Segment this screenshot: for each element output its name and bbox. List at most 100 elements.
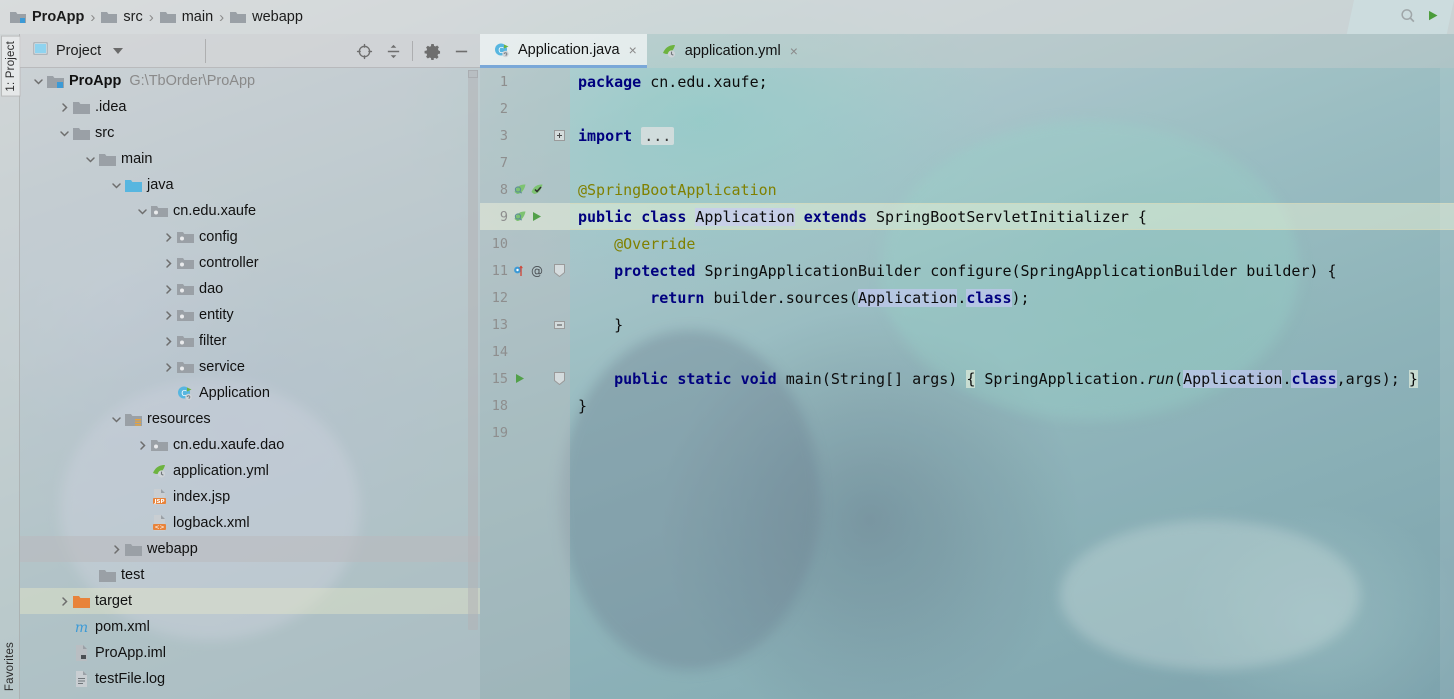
- editor-tab-application-java[interactable]: C Application.java ×: [480, 34, 647, 68]
- project-panel-title[interactable]: Project: [20, 41, 124, 60]
- fold-collapse-icon[interactable]: [552, 257, 566, 284]
- breadcrumb-item-webapp[interactable]: webapp: [228, 9, 305, 25]
- hide-icon[interactable]: [448, 38, 474, 64]
- gutter-line-15[interactable]: 15: [480, 365, 570, 392]
- gutter-line-1[interactable]: 1: [480, 68, 570, 95]
- chevron-right-icon[interactable]: [160, 333, 176, 349]
- chevron-right-icon[interactable]: [160, 255, 176, 271]
- tree-node-dao[interactable]: dao: [20, 276, 480, 302]
- tree-node-filter[interactable]: filter: [20, 328, 480, 354]
- chevron-right-icon[interactable]: [56, 593, 72, 609]
- chevron-down-icon[interactable]: [30, 73, 46, 89]
- tree-node-src[interactable]: src: [20, 120, 480, 146]
- gutter-line-9[interactable]: 9: [480, 203, 570, 230]
- scrollbar-track[interactable]: [468, 70, 478, 630]
- code-line-1[interactable]: package cn.edu.xaufe;: [570, 68, 1454, 95]
- tree-node-webapp[interactable]: webapp: [20, 536, 480, 562]
- sidebar-item-project[interactable]: 1: Project: [1, 36, 21, 97]
- chevron-right-icon[interactable]: [160, 281, 176, 297]
- annotation-icon[interactable]: @: [530, 264, 544, 278]
- fold-expand-icon[interactable]: [552, 122, 566, 149]
- code-line-9[interactable]: public class Application extends SpringB…: [570, 203, 1454, 230]
- chevron-down-icon[interactable]: [108, 411, 124, 427]
- editor-gutter[interactable]: 1 2 3 7 8 9 10 11 @12 13 14 15 18 19: [480, 68, 570, 699]
- tree-node-application-yml[interactable]: application.yml: [20, 458, 480, 484]
- tree-node-java[interactable]: java: [20, 172, 480, 198]
- code-line-15[interactable]: public static void main(String[] args) {…: [570, 365, 1454, 392]
- tree-node-proapp-iml[interactable]: ProApp.iml: [20, 640, 480, 666]
- tree-node-pom-xml[interactable]: m pom.xml: [20, 614, 480, 640]
- tree-node-cn-edu-xaufe-dao[interactable]: cn.edu.xaufe.dao: [20, 432, 480, 458]
- chevron-down-icon[interactable]: [82, 151, 98, 167]
- tree-node-entity[interactable]: entity: [20, 302, 480, 328]
- tree-node-controller[interactable]: controller: [20, 250, 480, 276]
- fold-region-end-icon[interactable]: [552, 311, 566, 338]
- gear-icon[interactable]: [419, 38, 445, 64]
- code-line-7[interactable]: [570, 149, 1454, 176]
- gutter-line-10[interactable]: 10: [480, 230, 570, 257]
- close-icon[interactable]: ×: [629, 42, 637, 58]
- tree-node-application[interactable]: C Application: [20, 380, 480, 406]
- tree-node-logback-xml[interactable]: <> logback.xml: [20, 510, 480, 536]
- tree-node-resources[interactable]: resources: [20, 406, 480, 432]
- project-tree[interactable]: ProApp G:\TbOrder\ProApp .idea src main java c…: [20, 68, 480, 699]
- tree-node-config[interactable]: config: [20, 224, 480, 250]
- run-icon[interactable]: [530, 210, 543, 223]
- breadcrumb-item-main[interactable]: main: [158, 9, 215, 25]
- run-icon[interactable]: [513, 372, 526, 385]
- gutter-line-8[interactable]: 8: [480, 176, 570, 203]
- chevron-down-icon[interactable]: [134, 203, 150, 219]
- tree-node-test[interactable]: test: [20, 562, 480, 588]
- tree-node-main[interactable]: main: [20, 146, 480, 172]
- spring-config-icon[interactable]: [530, 183, 544, 197]
- gutter-line-11[interactable]: 11 @: [480, 257, 570, 284]
- chevron-down-icon[interactable]: [56, 125, 72, 141]
- chevron-right-icon[interactable]: [134, 437, 150, 453]
- tree-node-cn-edu-xaufe[interactable]: cn.edu.xaufe: [20, 198, 480, 224]
- code-line-12[interactable]: return builder.sources(Application. class…: [570, 284, 1454, 311]
- gutter-line-3[interactable]: 3: [480, 122, 570, 149]
- chevron-right-icon[interactable]: [160, 307, 176, 323]
- chevron-right-icon[interactable]: [160, 229, 176, 245]
- editor-tab-application-yml[interactable]: application.yml ×: [647, 34, 808, 68]
- chevron-right-icon[interactable]: [108, 541, 124, 557]
- search-everywhere-icon[interactable]: [1400, 8, 1415, 27]
- gutter-line-14[interactable]: 14: [480, 338, 570, 365]
- code-line-13[interactable]: }: [570, 311, 1454, 338]
- code-line-19[interactable]: [570, 419, 1454, 446]
- code-line-18[interactable]: }: [570, 392, 1454, 419]
- sidebar-item-favorites[interactable]: Favorites: [1, 638, 19, 695]
- breadcrumb-item-src[interactable]: src: [99, 9, 144, 25]
- tree-node-proapp[interactable]: ProApp G:\TbOrder\ProApp: [20, 68, 480, 94]
- gutter-line-19[interactable]: 19: [480, 419, 570, 446]
- chevron-down-icon[interactable]: [108, 177, 124, 193]
- editor-text[interactable]: package cn.edu.xaufe; import ... @SpringBo…: [570, 68, 1454, 699]
- locate-icon[interactable]: [351, 38, 377, 64]
- chevron-right-icon[interactable]: [56, 99, 72, 115]
- gutter-line-18[interactable]: 18: [480, 392, 570, 419]
- gutter-line-7[interactable]: 7: [480, 149, 570, 176]
- tree-node-testfile-log[interactable]: testFile.log: [20, 666, 480, 692]
- code-line-8[interactable]: @SpringBootApplication: [570, 176, 1454, 203]
- tree-node-idea[interactable]: .idea: [20, 94, 480, 120]
- gutter-line-2[interactable]: 2: [480, 95, 570, 122]
- code-line-14[interactable]: [570, 338, 1454, 365]
- spring-bean-icon[interactable]: [513, 210, 527, 224]
- chevron-down-icon[interactable]: [113, 47, 124, 54]
- tree-node-target[interactable]: target: [20, 588, 480, 614]
- error-stripe[interactable]: [1440, 68, 1454, 699]
- code-line-11[interactable]: protected SpringApplicationBuilder confi…: [570, 257, 1454, 284]
- tree-node-index-jsp[interactable]: JSP index.jsp: [20, 484, 480, 510]
- chevron-right-icon[interactable]: [160, 359, 176, 375]
- code-line-10[interactable]: @Override: [570, 230, 1454, 257]
- close-icon[interactable]: ×: [790, 43, 798, 59]
- code-line-3[interactable]: import ...: [570, 122, 1454, 149]
- gutter-line-13[interactable]: 13: [480, 311, 570, 338]
- override-icon[interactable]: [513, 264, 527, 278]
- gutter-line-12[interactable]: 12: [480, 284, 570, 311]
- breadcrumb-item-proapp[interactable]: ProApp: [8, 9, 86, 25]
- run-icon[interactable]: [1425, 8, 1440, 27]
- collapse-all-icon[interactable]: [380, 38, 406, 64]
- spring-bean-icon[interactable]: [513, 183, 527, 197]
- fold-collapse-icon[interactable]: [552, 365, 566, 392]
